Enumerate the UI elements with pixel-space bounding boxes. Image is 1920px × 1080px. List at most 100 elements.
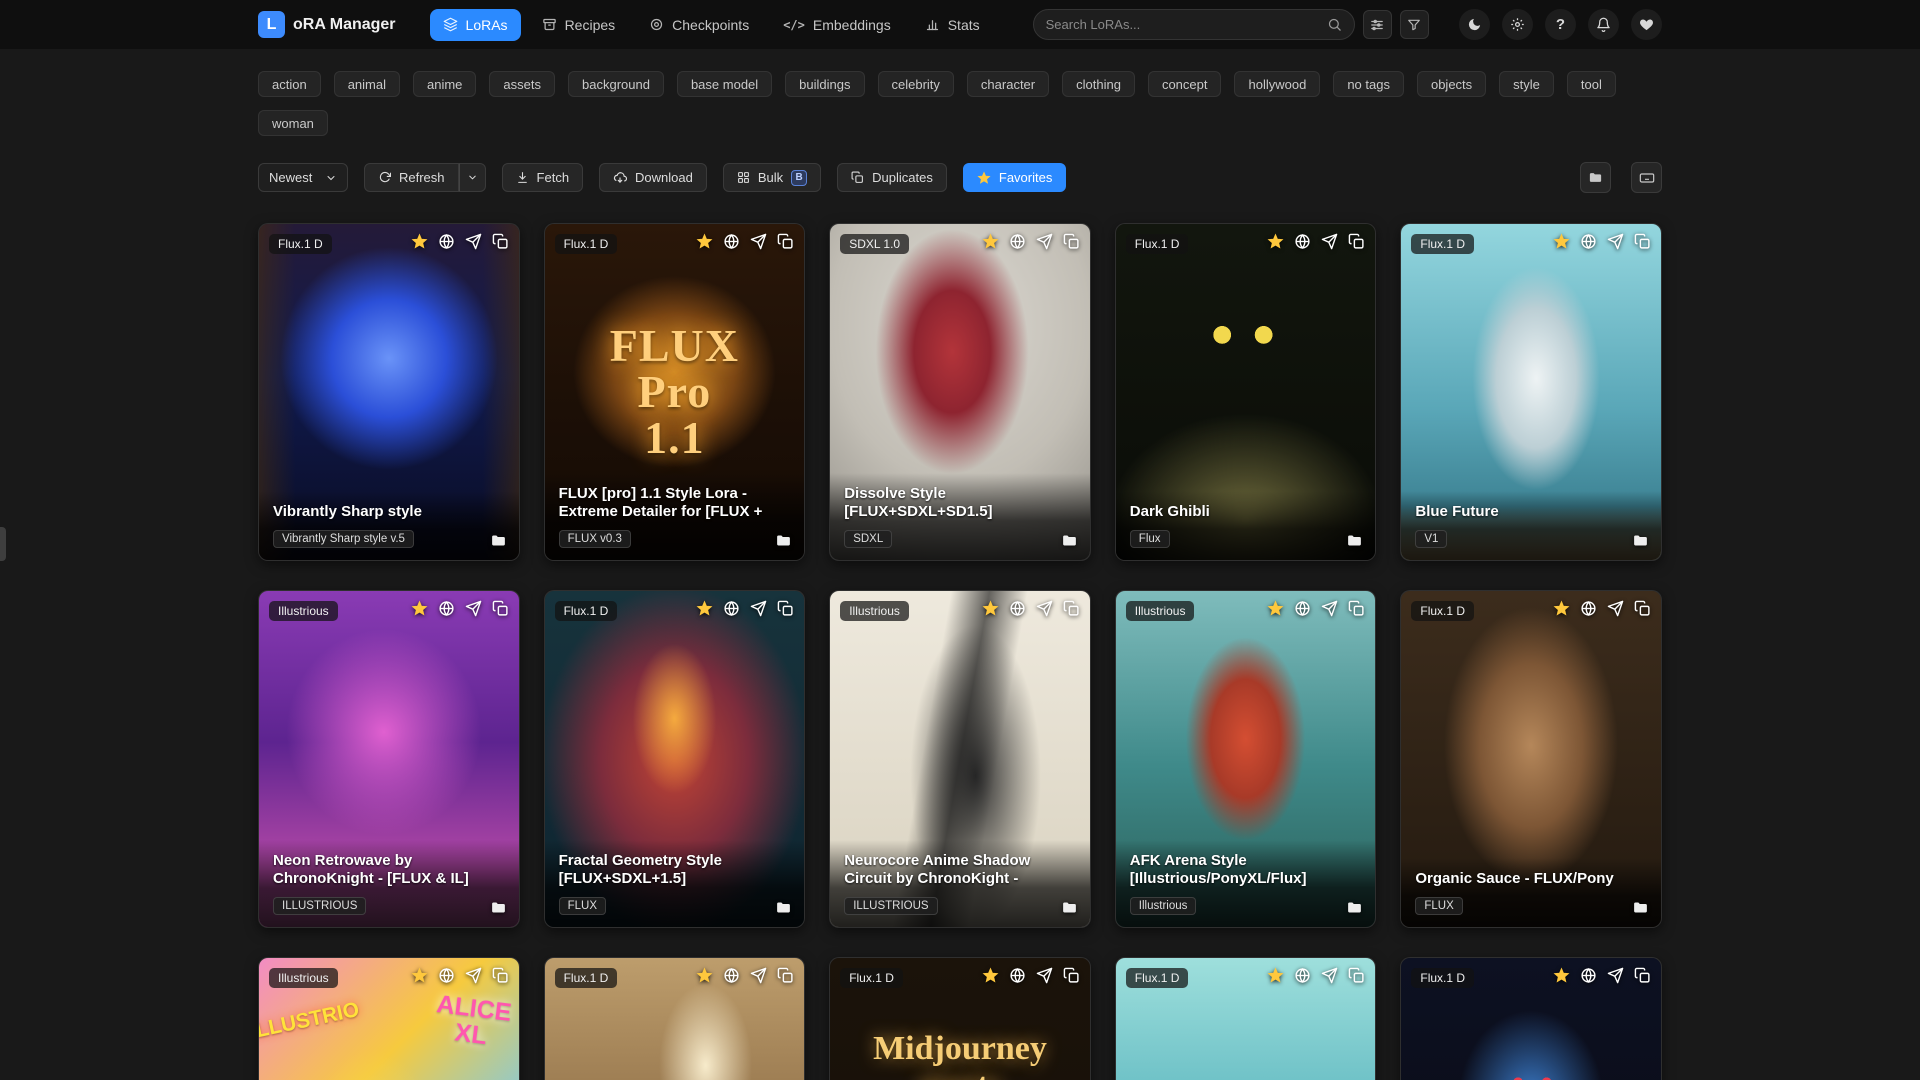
nav-item-recipes[interactable]: Recipes [529,9,629,41]
copy-icon[interactable] [1634,233,1651,250]
copy-icon[interactable] [1348,600,1365,617]
folder-icon[interactable] [1632,532,1649,549]
folder-icon[interactable] [490,899,507,916]
search-options-button[interactable] [1363,10,1392,39]
favorites-filter-button[interactable]: Favorites [963,163,1066,192]
lora-card[interactable]: Midjourney meets Flux.1 D [829,957,1091,1080]
globe-icon[interactable] [1580,233,1597,250]
globe-icon[interactable] [1580,967,1597,984]
support-button[interactable] [1631,9,1662,40]
tag-pill[interactable]: woman [258,110,328,136]
scroll-indicator[interactable] [0,527,6,561]
lora-card[interactable]: Flux.1 D Blue Future V1 [1400,223,1662,561]
send-icon[interactable] [1036,600,1053,617]
globe-icon[interactable] [438,600,455,617]
folder-icon[interactable] [775,532,792,549]
send-icon[interactable] [465,600,482,617]
refresh-menu-button[interactable] [459,163,486,192]
settings-button[interactable] [1502,9,1533,40]
send-icon[interactable] [750,233,767,250]
copy-icon[interactable] [1348,967,1365,984]
copy-icon[interactable] [1063,233,1080,250]
search-input[interactable] [1046,17,1327,32]
keyboard-shortcuts-button[interactable] [1631,162,1662,193]
folder-icon[interactable] [1061,532,1078,549]
send-icon[interactable] [1321,600,1338,617]
tag-pill[interactable]: anime [413,71,476,97]
copy-icon[interactable] [1634,967,1651,984]
nav-item-stats[interactable]: Stats [912,9,993,41]
tag-pill[interactable]: tool [1567,71,1616,97]
duplicates-button[interactable]: Duplicates [837,163,947,192]
copy-icon[interactable] [492,600,509,617]
folder-view-button[interactable] [1580,162,1611,193]
send-icon[interactable] [1036,233,1053,250]
globe-icon[interactable] [1294,967,1311,984]
copy-icon[interactable] [777,233,794,250]
send-icon[interactable] [1607,600,1624,617]
folder-icon[interactable] [1061,899,1078,916]
search-icon[interactable] [1327,17,1342,32]
globe-icon[interactable] [438,967,455,984]
favorite-star-icon[interactable] [982,600,999,617]
favorite-star-icon[interactable] [1267,233,1284,250]
copy-icon[interactable] [492,967,509,984]
tag-pill[interactable]: celebrity [878,71,954,97]
folder-icon[interactable] [1632,899,1649,916]
refresh-button[interactable]: Refresh [364,163,459,192]
copy-icon[interactable] [1063,967,1080,984]
lora-card[interactable]: ALICE XL ILLUSTRIO Illustrious [258,957,520,1080]
nav-item-embeddings[interactable]: </> Embeddings [770,9,904,41]
favorite-star-icon[interactable] [696,233,713,250]
notifications-button[interactable] [1588,9,1619,40]
lora-card[interactable]: Flux.1 D Vibrantly Sharp style Vibrantly… [258,223,520,561]
nav-item-checkpoints[interactable]: Checkpoints [636,9,762,41]
globe-icon[interactable] [1009,600,1026,617]
tag-pill[interactable]: assets [489,71,555,97]
favorite-star-icon[interactable] [1553,967,1570,984]
theme-toggle-button[interactable] [1459,9,1490,40]
globe-icon[interactable] [438,233,455,250]
tag-pill[interactable]: objects [1417,71,1486,97]
help-button[interactable]: ? [1545,9,1576,40]
fetch-button[interactable]: Fetch [502,163,584,192]
folder-icon[interactable] [1346,899,1363,916]
favorite-star-icon[interactable] [982,967,999,984]
lora-card[interactable]: Flux.1 D [1400,957,1662,1080]
tag-pill[interactable]: buildings [785,71,864,97]
copy-icon[interactable] [1634,600,1651,617]
sort-select[interactable]: Newest [258,163,348,192]
send-icon[interactable] [1607,967,1624,984]
favorite-star-icon[interactable] [411,233,428,250]
favorite-star-icon[interactable] [982,233,999,250]
app-logo[interactable]: L [258,11,285,38]
send-icon[interactable] [1321,967,1338,984]
tag-pill[interactable]: animal [334,71,400,97]
lora-card[interactable]: Illustrious AFK Arena Style [Illustrious… [1115,590,1377,928]
send-icon[interactable] [750,967,767,984]
copy-icon[interactable] [1348,233,1365,250]
globe-icon[interactable] [723,233,740,250]
send-icon[interactable] [1036,967,1053,984]
tag-pill[interactable]: no tags [1333,71,1404,97]
send-icon[interactable] [1607,233,1624,250]
copy-icon[interactable] [1063,600,1080,617]
lora-card[interactable]: Flux.1 D [544,957,806,1080]
favorite-star-icon[interactable] [411,600,428,617]
globe-icon[interactable] [1294,600,1311,617]
favorite-star-icon[interactable] [411,967,428,984]
favorite-star-icon[interactable] [1553,600,1570,617]
lora-card[interactable]: Illustrious Neurocore Anime Shadow Circu… [829,590,1091,928]
copy-icon[interactable] [777,967,794,984]
globe-icon[interactable] [723,600,740,617]
folder-icon[interactable] [490,532,507,549]
globe-icon[interactable] [1580,600,1597,617]
send-icon[interactable] [1321,233,1338,250]
tag-pill[interactable]: background [568,71,664,97]
folder-icon[interactable] [1346,532,1363,549]
copy-icon[interactable] [777,600,794,617]
lora-card[interactable]: SDXL 1.0 Dissolve Style [FLUX+SDXL+SD1.5… [829,223,1091,561]
bulk-button[interactable]: Bulk B [723,163,821,192]
filter-button[interactable] [1400,10,1429,39]
lora-card[interactable]: Flux.1 D [1115,957,1377,1080]
